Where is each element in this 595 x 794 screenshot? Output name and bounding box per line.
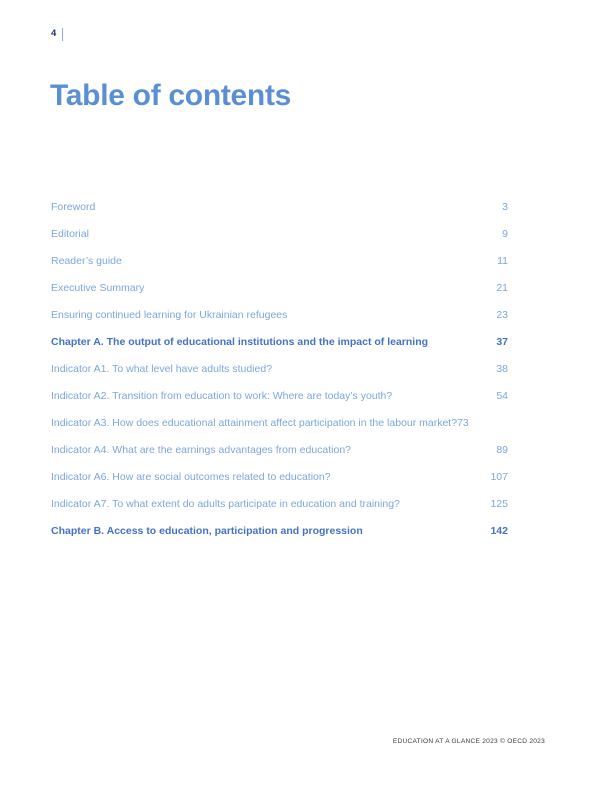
- toc-entry-page-number: 9: [502, 228, 508, 240]
- toc-entry[interactable]: Reader’s guide 11: [51, 254, 508, 281]
- toc-entry[interactable]: Indicator A3. How does educational attai…: [51, 416, 508, 443]
- toc-entry-page-number: 37: [496, 336, 508, 348]
- header-divider: [62, 27, 64, 41]
- table-of-contents: Foreword 3 Editorial 9 Reader’s guide 11 Execu…: [51, 200, 508, 551]
- toc-entry-label: Indicator A7. To what extent do adults p…: [51, 498, 400, 510]
- toc-entry[interactable]: Chapter A. The output of educational ins…: [51, 335, 508, 362]
- toc-entry-page-number: 107: [490, 471, 508, 483]
- toc-entry-label: Chapter B. Access to education, particip…: [51, 525, 363, 537]
- toc-entry-page-number: 11: [497, 255, 508, 267]
- toc-entry[interactable]: Indicator A1. To what level have adults …: [51, 362, 508, 389]
- toc-entry-page-number: 142: [490, 525, 508, 537]
- toc-entry-page-number: 125: [490, 498, 508, 510]
- toc-entry-page-number: 21: [496, 282, 508, 294]
- toc-entry[interactable]: Indicator A2. Transition from education …: [51, 389, 508, 416]
- page-footer: EDUCATION AT A GLANCE 2023 © OECD 2023: [392, 738, 545, 745]
- toc-entry-label: Foreword: [51, 201, 96, 213]
- toc-entry-label: Indicator A3. How does educational attai…: [51, 417, 458, 429]
- page-title: Table of contents: [50, 79, 292, 113]
- toc-entry[interactable]: Indicator A7. To what extent do adults p…: [51, 497, 508, 524]
- toc-entry-label: Reader’s guide: [51, 255, 122, 267]
- toc-entry-page-number: 89: [496, 444, 508, 456]
- toc-entry-label: Editorial: [51, 228, 89, 240]
- document-page: 4 Table of contents Foreword 3 Editorial 9 R…: [0, 0, 595, 794]
- toc-entry[interactable]: Chapter B. Access to education, particip…: [51, 524, 508, 551]
- running-header: 4: [51, 26, 64, 42]
- toc-entry[interactable]: Editorial 9: [51, 227, 508, 254]
- toc-entry-label: Indicator A1. To what level have adults …: [51, 363, 273, 375]
- toc-entry[interactable]: Executive Summary 21: [51, 281, 508, 308]
- toc-entry-label: Indicator A2. Transition from education …: [51, 390, 393, 402]
- toc-entry-page-number: 23: [496, 309, 508, 321]
- toc-entry-page-number: 73: [457, 417, 469, 429]
- toc-entry[interactable]: Foreword 3: [51, 200, 508, 227]
- toc-entry-label: Ensuring continued learning for Ukrainia…: [51, 309, 288, 321]
- toc-entry[interactable]: Ensuring continued learning for Ukrainia…: [51, 308, 508, 335]
- toc-entry-page-number: 3: [502, 201, 508, 213]
- page-folio-number: 4: [51, 28, 57, 40]
- toc-entry-label: Indicator A4. What are the earnings adva…: [51, 444, 352, 456]
- toc-entry-page-number: 54: [496, 390, 508, 402]
- toc-entry-label: Chapter A. The output of educational ins…: [51, 336, 429, 348]
- toc-entry-page-number: 38: [496, 363, 508, 375]
- toc-entry[interactable]: Indicator A4. What are the earnings adva…: [51, 443, 508, 470]
- toc-entry-label: Executive Summary: [51, 282, 145, 294]
- toc-entry[interactable]: Indicator A6. How are social outcomes re…: [51, 470, 508, 497]
- toc-entry-label: Indicator A6. How are social outcomes re…: [51, 471, 331, 483]
